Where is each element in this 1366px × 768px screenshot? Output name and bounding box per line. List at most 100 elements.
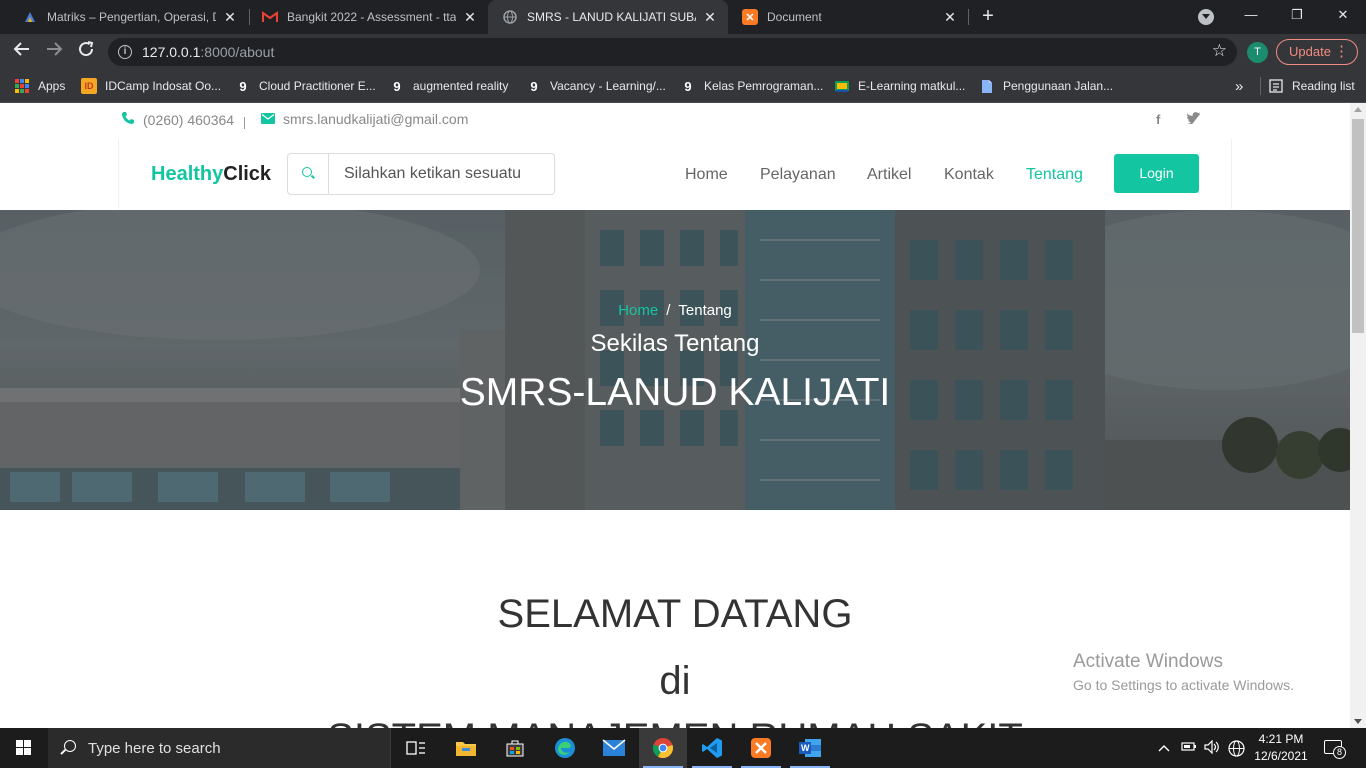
back-arrow-icon (13, 42, 29, 56)
login-button[interactable]: Login (1114, 154, 1199, 193)
new-tab-button[interactable]: + (977, 5, 999, 27)
apps-grid-icon (14, 78, 30, 94)
tab-title: Bangkit 2022 - Assessment - ttan (287, 10, 456, 24)
back-button[interactable] (10, 40, 34, 64)
scrollbar-thumb[interactable] (1352, 119, 1364, 333)
bookmarks-bar: Apps ID IDCamp Indosat Oo... 9 Cloud Pra… (0, 70, 1366, 103)
battery-icon[interactable] (1181, 740, 1197, 755)
email-contact[interactable]: smrs.lanudkalijati@gmail.com (261, 111, 468, 127)
breadcrumb-home[interactable]: Home (618, 302, 658, 319)
clock-date: 12/6/2021 (1254, 749, 1308, 763)
bookmark-label: Kelas Pemrograman... (704, 79, 824, 93)
tab-document[interactable]: ✕ Document ✕ (728, 0, 968, 34)
store-icon[interactable] (491, 728, 539, 768)
bookmark-label: Penggunaan Jalan... (1003, 79, 1114, 93)
system-clock[interactable]: 4:21 PM 12/6/2021 (1252, 731, 1310, 765)
vscode-icon[interactable] (688, 728, 736, 768)
matriks-favicon (22, 9, 38, 25)
tab-bangkit[interactable]: Bangkit 2022 - Assessment - ttan ✕ (248, 0, 488, 34)
close-window-button[interactable]: ✕ (1320, 0, 1366, 32)
bookmark-label: Apps (38, 79, 66, 93)
site-info-icon[interactable]: i (118, 45, 132, 59)
tab-close-icon[interactable]: ✕ (942, 9, 958, 25)
reload-button[interactable] (74, 40, 98, 64)
minimize-button[interactable]: — (1228, 0, 1274, 32)
file-explorer-icon[interactable] (442, 728, 490, 768)
tab-title: Matriks – Pengertian, Operasi, De (47, 10, 216, 24)
hero-overlay (0, 210, 1350, 510)
globe-favicon (502, 9, 518, 25)
tab-title: SMRS - LANUD KALIJATI SUBANG (527, 10, 696, 24)
watermark-title: Activate Windows (1073, 651, 1223, 672)
tab-search-icon[interactable] (1198, 9, 1214, 25)
edge-icon[interactable] (541, 728, 589, 768)
bookmark-label: Cloud Practitioner E... (259, 79, 376, 93)
gmail-favicon (262, 9, 278, 25)
bookmark-cloud-practitioner[interactable]: 9 Cloud Practitioner E... (235, 77, 376, 95)
forward-button[interactable] (42, 40, 66, 64)
nav-pelayanan[interactable]: Pelayanan (760, 166, 836, 184)
restore-button[interactable]: ❐ (1274, 0, 1320, 32)
tab-close-icon[interactable]: ✕ (702, 9, 718, 25)
envelope-icon (261, 111, 275, 127)
nav-artikel[interactable]: Artikel (867, 166, 911, 184)
classroom-icon (834, 78, 850, 94)
document-icon (979, 78, 995, 94)
tab-smrs[interactable]: SMRS - LANUD KALIJATI SUBANG ✕ (488, 0, 728, 34)
phone-contact[interactable]: (0260) 460364 (121, 111, 234, 128)
email-address: smrs.lanudkalijati@gmail.com (283, 111, 469, 127)
tab-divider (968, 9, 969, 25)
nav-tentang[interactable]: Tentang (1026, 166, 1083, 184)
word-icon[interactable]: W (786, 728, 834, 768)
page-viewport: (0260) 460364 smrs.lanudkalijati@gmail.c… (0, 103, 1350, 728)
task-view-icon[interactable] (392, 728, 440, 768)
bookmark-idcamp[interactable]: ID IDCamp Indosat Oo... (81, 77, 221, 95)
bookmark-apps[interactable]: Apps (14, 77, 65, 95)
profile-avatar[interactable]: T (1247, 42, 1268, 63)
language-globe-icon[interactable] (1228, 740, 1245, 760)
site-search (287, 153, 555, 195)
nav-kontak[interactable]: Kontak (944, 166, 994, 184)
search-input[interactable] (330, 154, 550, 194)
dicoding-icon: 9 (393, 78, 401, 94)
brand-part-healthy: Healthy (151, 163, 224, 185)
bookmark-penggunaan-jalan[interactable]: Penggunaan Jalan... (979, 77, 1113, 95)
forward-arrow-icon (47, 42, 63, 56)
url-text: 127.0.0.1:8000/about (142, 44, 275, 60)
windows-logo-icon (16, 740, 31, 755)
site-logo[interactable]: HealthyClick (151, 163, 271, 186)
page-scrollbar[interactable] (1350, 103, 1366, 728)
chrome-icon[interactable] (639, 728, 687, 768)
top-contact-bar: (0260) 460364 smrs.lanudkalijati@gmail.c… (0, 103, 1350, 137)
tab-close-icon[interactable]: ✕ (222, 9, 238, 25)
brand-part-click: Click (223, 163, 272, 185)
twitter-icon[interactable] (1186, 112, 1201, 127)
notification-center-icon[interactable]: 8 (1324, 740, 1346, 759)
tab-matriks[interactable]: Matriks – Pengertian, Operasi, De ✕ (8, 0, 248, 34)
reading-list-button[interactable]: Reading list (1260, 77, 1355, 95)
scroll-up-icon[interactable] (1354, 107, 1362, 112)
bookmark-augmented-reality[interactable]: 9 augmented reality (389, 77, 508, 95)
start-button[interactable] (0, 728, 48, 768)
search-button[interactable] (288, 154, 329, 194)
bookmark-star-icon[interactable]: ☆ (1212, 41, 1227, 61)
show-hidden-icons-icon[interactable] (1158, 740, 1170, 755)
xampp-icon[interactable] (737, 728, 785, 768)
mail-icon[interactable] (590, 728, 638, 768)
update-button[interactable]: Update (1276, 39, 1358, 65)
bookmark-kelas-pemrograman[interactable]: 9 Kelas Pemrograman... (680, 77, 823, 95)
bookmark-label: Vacancy - Learning/... (550, 79, 666, 93)
facebook-icon[interactable]: f (1156, 112, 1160, 127)
bookmark-elearning[interactable]: E-Learning matkul... (834, 77, 965, 95)
bookmarks-overflow-button[interactable]: » (1235, 77, 1243, 95)
tab-close-icon[interactable]: ✕ (462, 9, 478, 25)
dicoding-icon: 9 (239, 78, 247, 94)
scroll-down-icon[interactable] (1354, 719, 1362, 724)
nav-home[interactable]: Home (685, 166, 728, 184)
bookmark-vacancy[interactable]: 9 Vacancy - Learning/... (526, 77, 666, 95)
taskbar-search[interactable]: Type here to search (48, 728, 391, 768)
clock-time: 4:21 PM (1258, 732, 1304, 746)
address-bar[interactable]: i 127.0.0.1:8000/about ☆ (108, 38, 1237, 66)
windows-taskbar: Type here to search W 4:21 PM 12/6/2021 (0, 728, 1366, 768)
volume-icon[interactable] (1204, 739, 1220, 757)
